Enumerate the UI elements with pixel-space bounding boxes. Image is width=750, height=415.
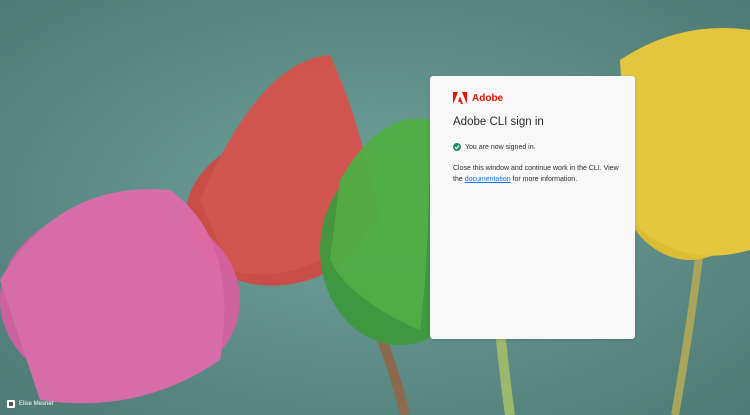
background-flower-image	[0, 0, 750, 415]
page-title: Adobe CLI sign in	[453, 116, 544, 128]
documentation-link[interactable]: documentation	[465, 176, 511, 183]
photo-credit-name: Elise Mesner	[19, 401, 54, 407]
brand-name: Adobe	[472, 92, 504, 104]
adobe-brand: Adobe	[453, 92, 503, 104]
checkmark-circle-icon	[453, 143, 461, 151]
signed-in-status: You are now signed in.	[453, 143, 536, 151]
message-suffix: for more information.	[510, 175, 578, 183]
instructions-text: Close this window and continue work in t…	[453, 164, 623, 185]
status-text: You are now signed in.	[465, 143, 536, 151]
photo-credit-icon	[7, 400, 15, 408]
adobe-logo-icon	[453, 92, 467, 104]
photo-credit[interactable]: Elise Mesner	[7, 400, 54, 408]
sign-in-card: Adobe Adobe CLI sign in You are now sign…	[430, 76, 635, 339]
